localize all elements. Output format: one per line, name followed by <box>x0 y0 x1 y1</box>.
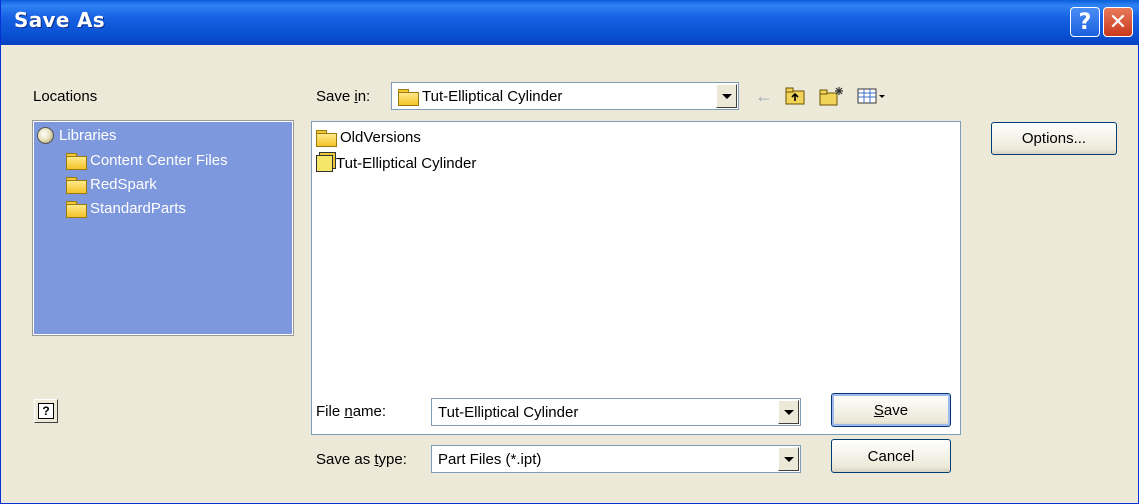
view-menu-icon[interactable] <box>857 85 887 107</box>
title-bar[interactable]: Save As ? ✕ <box>1 0 1139 45</box>
location-item-redspark[interactable]: RedSpark <box>66 176 157 194</box>
folder-icon <box>66 177 87 194</box>
part-file-icon <box>316 155 333 172</box>
file-name-value[interactable]: Tut-Elliptical Cylinder <box>438 404 578 421</box>
new-folder-icon[interactable] <box>819 85 845 107</box>
file-name: OldVersions <box>340 129 421 146</box>
dialog-title: Save As <box>14 8 105 32</box>
folder-icon <box>66 201 87 218</box>
location-label: Libraries <box>59 127 117 144</box>
close-button[interactable]: ✕ <box>1103 7 1133 37</box>
file-list[interactable]: OldVersions Tut-Elliptical Cylinder <box>311 121 961 435</box>
chevron-down-icon[interactable] <box>778 447 799 471</box>
location-item-standardparts[interactable]: StandardParts <box>66 200 186 218</box>
save-button[interactable]: Save <box>831 393 951 427</box>
help-icon: ? <box>38 403 54 419</box>
folder-icon <box>398 89 419 106</box>
file-name: Tut-Elliptical Cylinder <box>336 155 477 172</box>
options-button[interactable]: Options... <box>991 122 1117 155</box>
location-item-content-center-files[interactable]: Content Center Files <box>66 152 228 170</box>
save-as-dialog: Save As ? ✕ Locations Libraries Content … <box>0 0 1139 504</box>
back-arrow-icon[interactable]: ← <box>753 85 775 107</box>
location-label: Content Center Files <box>90 152 228 169</box>
folder-icon <box>316 130 337 147</box>
cancel-button[interactable]: Cancel <box>831 439 951 473</box>
help-button[interactable]: ? <box>34 399 58 423</box>
save-in-label: Save in: <box>316 88 371 105</box>
list-item[interactable]: Tut-Elliptical Cylinder <box>316 155 476 172</box>
list-item[interactable]: OldVersions <box>316 129 421 147</box>
location-label: RedSpark <box>90 176 157 193</box>
save-as-type-label: Save as type: <box>316 451 407 468</box>
save-in-dropdown[interactable]: Tut-Elliptical Cylinder <box>391 82 739 110</box>
location-label: StandardParts <box>90 200 186 217</box>
file-name-label: File name: <box>316 403 387 420</box>
file-name-input[interactable]: Tut-Elliptical Cylinder <box>431 398 801 426</box>
save-in-value: Tut-Elliptical Cylinder <box>422 88 563 105</box>
locations-panel[interactable]: Libraries Content Center Files RedSpark … <box>32 120 294 336</box>
save-as-type-dropdown[interactable]: Part Files (*.ipt) <box>431 445 801 473</box>
folder-icon <box>66 153 87 170</box>
save-as-type-value: Part Files (*.ipt) <box>438 451 542 468</box>
library-icon <box>37 127 54 144</box>
location-item-libraries[interactable]: Libraries <box>37 127 117 144</box>
chevron-down-icon[interactable] <box>716 84 737 108</box>
help-title-button[interactable]: ? <box>1070 7 1100 37</box>
chevron-down-icon[interactable] <box>778 400 799 424</box>
up-folder-icon[interactable] <box>784 85 806 107</box>
locations-label: Locations <box>33 88 98 105</box>
